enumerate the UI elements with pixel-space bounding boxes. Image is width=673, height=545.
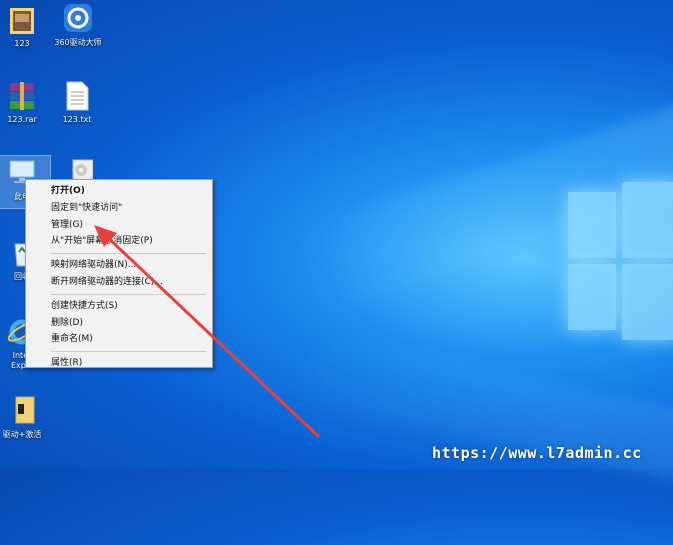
annotation-arrow-icon [94,225,320,438]
watermark: https://www.l7admin.cc [432,444,642,462]
